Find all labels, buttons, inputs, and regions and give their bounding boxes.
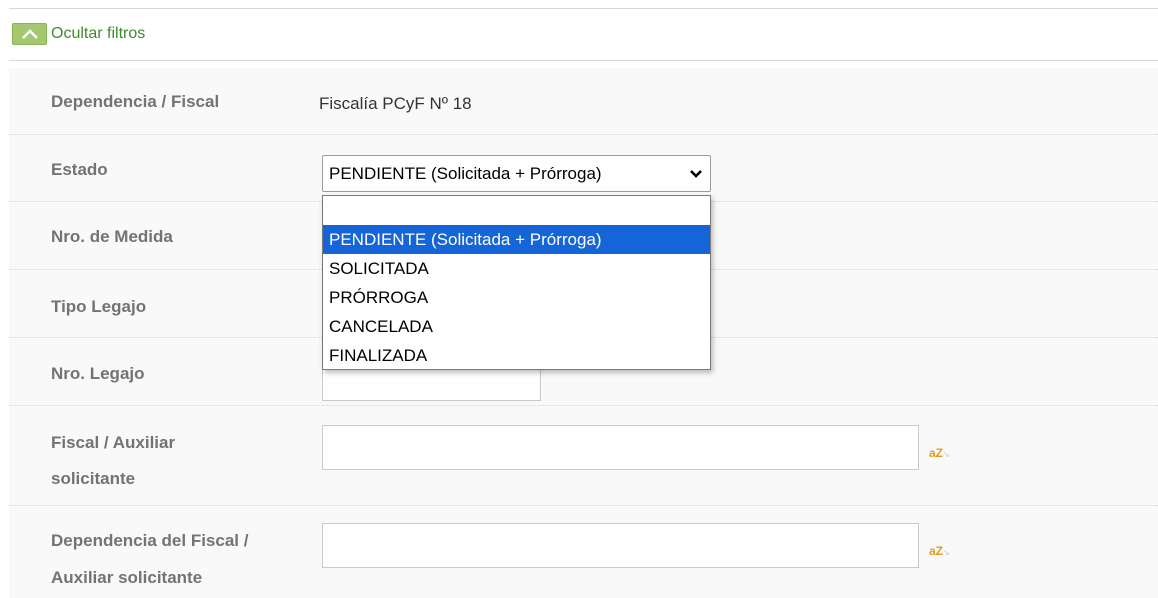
filters-panel: Ocultar filtros Dependencia / Fiscal Fis… bbox=[0, 0, 1158, 598]
estado-option-finalizada[interactable]: FINALIZADA bbox=[323, 341, 710, 370]
az-autocomplete-icon[interactable]: aZ↘ bbox=[929, 446, 950, 460]
dep-fiscal-auxiliar-input[interactable] bbox=[322, 523, 919, 568]
nro-legajo-label: Nro. Legajo bbox=[51, 364, 145, 383]
row-fiscal-auxiliar: Fiscal / Auxiliar solicitante aZ↘ bbox=[9, 406, 1158, 506]
estado-dropdown-list[interactable]: PENDIENTE (Solicitada + Prórroga) SOLICI… bbox=[322, 195, 711, 370]
top-divider bbox=[9, 8, 1158, 9]
filters-divider bbox=[9, 60, 1158, 61]
hide-filters-label[interactable]: Ocultar filtros bbox=[51, 25, 145, 43]
dependencia-value: Fiscalía PCyF Nº 18 bbox=[319, 94, 472, 113]
chevron-down-icon[interactable] bbox=[689, 166, 703, 186]
fiscal-auxiliar-input[interactable] bbox=[322, 425, 919, 470]
estado-select[interactable]: PENDIENTE (Solicitada + Prórroga) bbox=[322, 155, 711, 192]
estado-label: Estado bbox=[51, 160, 108, 179]
dep-fiscal-auxiliar-label-2: Auxiliar solicitante bbox=[51, 568, 203, 587]
estado-select-value: PENDIENTE (Solicitada + Prórroga) bbox=[329, 163, 602, 183]
estado-option-empty[interactable] bbox=[323, 196, 710, 225]
az-icon-text: aZ bbox=[929, 446, 944, 460]
hide-filters-toggle[interactable]: Ocultar filtros bbox=[12, 22, 145, 46]
estado-option-prorroga[interactable]: PRÓRROGA bbox=[323, 283, 710, 312]
estado-option-solicitada[interactable]: SOLICITADA bbox=[323, 254, 710, 283]
chevron-up-icon[interactable] bbox=[12, 23, 47, 45]
estado-option-cancelada[interactable]: CANCELADA bbox=[323, 312, 710, 341]
dep-fiscal-auxiliar-label-1: Dependencia del Fiscal / bbox=[51, 531, 249, 550]
fiscal-auxiliar-label-2: solicitante bbox=[51, 469, 136, 488]
estado-option-pendiente[interactable]: PENDIENTE (Solicitada + Prórroga) bbox=[323, 225, 710, 254]
az-autocomplete-icon[interactable]: aZ↘ bbox=[929, 544, 950, 558]
az-icon-text: aZ bbox=[929, 544, 944, 558]
row-dependencia-fiscal-auxiliar: Dependencia del Fiscal / Auxiliar solici… bbox=[9, 506, 1158, 598]
row-dependencia: Dependencia / Fiscal Fiscalía PCyF Nº 18 bbox=[9, 68, 1158, 135]
dependencia-label: Dependencia / Fiscal bbox=[51, 92, 220, 111]
nro-medida-label: Nro. de Medida bbox=[51, 227, 173, 246]
tipo-legajo-label: Tipo Legajo bbox=[51, 297, 147, 316]
fiscal-auxiliar-label-1: Fiscal / Auxiliar bbox=[51, 433, 176, 452]
